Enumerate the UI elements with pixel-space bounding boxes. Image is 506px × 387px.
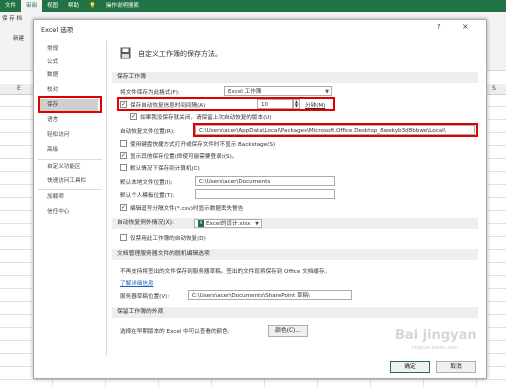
ribbon-tab-help[interactable]: 帮助: [63, 0, 84, 12]
disable-autorecover-checkbox[interactable]: [120, 234, 127, 241]
section-autorecover-exceptions: 自动恢复例外情况(X):: [112, 218, 478, 229]
save-to-computer-checkbox[interactable]: [120, 164, 127, 171]
sidebar-item-quick-access[interactable]: 快速访问工具栏: [38, 175, 98, 188]
server-drafts-label: 服务器草稿位置(V):: [120, 294, 170, 300]
server-drafts-input[interactable]: C:\Users\acer\Documents\SharePoint 草稿\: [188, 290, 352, 300]
ribbon-tab-view[interactable]: 视图: [42, 0, 63, 12]
colors-button[interactable]: 颜色(C)...: [268, 325, 308, 337]
autorecover-label: 保存自动恢复信息时间间隔(A): [130, 103, 206, 109]
section-save-workbooks: 保存工作簿: [112, 72, 478, 83]
lightbulb-icon: 💡: [89, 3, 96, 9]
csv-warning-label: 编辑逗号分隔文件(*.csv)时显示数据丢失警告: [130, 206, 244, 212]
tell-me-search[interactable]: 操作说明搜索: [101, 0, 144, 12]
sidebar-divider: [38, 189, 102, 190]
ribbon-new-button[interactable]: 新建: [13, 34, 24, 42]
panel-header-text: 自定义工作簿的保存方法。: [138, 50, 222, 58]
sidebar-item-data[interactable]: 数据: [38, 69, 98, 82]
sidebar-item-accessibility[interactable]: 轻松访问: [38, 129, 98, 142]
sidebar-item-customize-ribbon[interactable]: 自定义功能区: [38, 161, 98, 174]
sidebar-item-advanced[interactable]: 高级: [38, 144, 98, 157]
default-template-location-label: 默认个人模板位置(T):: [120, 193, 175, 199]
ribbon-tab-review[interactable]: 审阅: [21, 0, 43, 12]
sidebar-item-language[interactable]: 语言: [38, 114, 98, 127]
csv-warning-checkbox[interactable]: ✓: [120, 204, 127, 211]
sidebar-item-addins[interactable]: 加载项: [38, 191, 98, 204]
chevron-down-icon: ▼: [325, 89, 329, 95]
format-label: 将文件保存为此格式(F):: [120, 90, 180, 96]
exceptions-label: 自动恢复例外情况(X):: [117, 220, 174, 226]
exceptions-workbook-value: Excel的设计.xlsx: [206, 221, 251, 227]
ribbon-tab-bar: 文件 审阅 视图 帮助 💡 操作说明搜索: [0, 0, 506, 12]
excel-options-dialog: Excel 选项 ? × 常规 公式 数据 校对 保存 语言 轻松访问 高级 自…: [33, 19, 487, 379]
help-button[interactable]: ?: [437, 23, 441, 31]
save-options-panel: 自定义工作簿的保存方法。 保存工作簿 将文件保存为此格式(F): Excel 工…: [112, 41, 482, 359]
autorecover-minutes-input[interactable]: 10: [257, 99, 293, 109]
exceptions-workbook-dropdown[interactable]: X Excel的设计.xlsx ▼: [194, 219, 262, 228]
no-backstage-checkbox[interactable]: [120, 140, 127, 147]
dialog-title-bar[interactable]: Excel 选项 ? ×: [34, 20, 486, 37]
column-header-e[interactable]: E: [17, 84, 21, 94]
minutes-label: 分钟(M): [305, 103, 326, 109]
keep-last-version-label: 如果我没保存就关闭，请保留上次自动恢复的版本(U): [140, 115, 272, 121]
offline-note: 不再支持将签出的文件保存到服务器草稿。签出的文件现将保存到 Office 文档缓…: [120, 269, 331, 275]
sidebar-divider: [38, 159, 102, 160]
ribbon-partial-text: 保 存 档: [2, 16, 22, 22]
disable-autorecover-label: 仅禁用此工作簿的自动恢复(D): [130, 236, 206, 242]
watermark-logo: Bai jingyan: [395, 328, 477, 343]
learn-more-link[interactable]: 了解详细信息: [120, 279, 154, 287]
autorecover-location-input[interactable]: C:\Users\acer\AppData\Local\Packages\Mic…: [195, 125, 475, 135]
chevron-down-icon: ▼: [255, 221, 259, 227]
keep-last-version-checkbox[interactable]: ✓: [130, 113, 137, 120]
sidebar-separator: [106, 41, 107, 356]
format-dropdown-value: Excel 工作簿: [228, 89, 262, 95]
watermark-url: jingyan.baidu.com: [412, 345, 459, 351]
show-more-locations-checkbox[interactable]: ✓: [120, 152, 127, 159]
format-dropdown[interactable]: Excel 工作簿 ▼: [224, 86, 332, 96]
default-local-location-input[interactable]: C:\Users\acer\Documents: [195, 176, 335, 186]
column-header-s[interactable]: S: [492, 84, 496, 94]
dialog-title: Excel 选项: [41, 26, 74, 34]
section-preserve-appearance: 保留工作簿的外观: [112, 307, 478, 318]
save-to-computer-label: 默认情况下保存到计算机(C): [130, 166, 200, 172]
section-offline-editing: 文档管理服务器文件的脱机编辑选项: [112, 249, 478, 260]
options-sidebar: 常规 公式 数据 校对 保存 语言 轻松访问 高级 自定义功能区 快速访问工具栏…: [38, 41, 102, 341]
excel-file-icon: X: [198, 220, 204, 227]
default-local-location-label: 默认本地文件位置(I):: [120, 180, 173, 186]
no-backstage-label: 使用键盘快捷方式打开或保存文件时不显示 Backstage(S): [130, 142, 276, 148]
close-button[interactable]: ×: [462, 22, 469, 31]
ok-button[interactable]: 确定: [390, 361, 430, 373]
sidebar-item-trust-center[interactable]: 信任中心: [38, 206, 98, 219]
sidebar-item-formulas[interactable]: 公式: [38, 56, 98, 69]
minutes-spinner[interactable]: ▲ ▼: [293, 99, 300, 109]
autorecover-checkbox[interactable]: ✓: [120, 101, 127, 108]
colors-label: 选择在早期版本的 Excel 中可以查看的颜色:: [120, 329, 230, 335]
sidebar-item-proofing[interactable]: 校对: [38, 84, 98, 97]
cancel-button[interactable]: 取消: [436, 361, 476, 373]
autorecover-location-label: 自动恢复文件位置(R):: [120, 129, 175, 135]
ribbon-tab-file[interactable]: 文件: [0, 0, 21, 12]
sidebar-item-save[interactable]: 保存: [38, 99, 98, 112]
show-more-locations-label: 显示其他保存位置(即使可能需要登录)(S)。: [130, 154, 238, 160]
sidebar-item-general[interactable]: 常规: [38, 43, 98, 56]
default-template-location-input[interactable]: [195, 189, 335, 199]
floppy-disk-icon: [120, 47, 131, 59]
